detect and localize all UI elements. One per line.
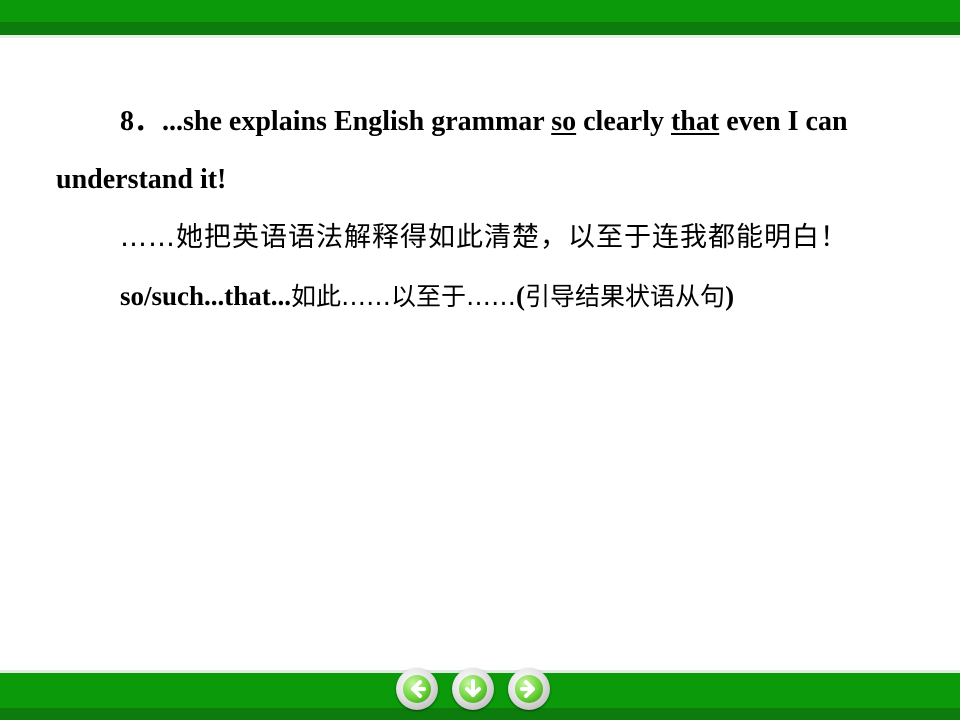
- item-number: 8．: [120, 106, 163, 137]
- grammar-note: so/such...that...如此……以至于……(引导结果状语从句): [56, 267, 886, 326]
- top-header-band: [0, 0, 960, 38]
- top-band-stripe: [0, 22, 960, 36]
- next-slide-button[interactable]: [508, 668, 550, 710]
- keyword-that: that: [670, 106, 720, 137]
- keyword-so: so: [551, 106, 577, 137]
- example-sentence: 8．...she explains English grammar so cle…: [56, 93, 886, 209]
- bottom-band-stripe: [0, 708, 960, 720]
- arrow-down-icon: [465, 679, 481, 697]
- note-meaning: 如此……以至于……: [291, 282, 517, 311]
- arrow-right-icon: [520, 680, 535, 698]
- sentence-text-1: ...she explains English grammar: [162, 106, 552, 137]
- slide-content: 8．...she explains English grammar so cle…: [56, 93, 886, 326]
- note-explanation: 引导结果状语从句: [525, 282, 726, 311]
- next-button-face: [515, 675, 543, 703]
- chinese-translation: ……她把英语语法解释得如此清楚，以至于连我都能明白！: [120, 222, 848, 253]
- slide: 8．...she explains English grammar so cle…: [0, 0, 960, 720]
- sentence-text-2: clearly: [576, 106, 671, 137]
- return-button[interactable]: [452, 668, 494, 710]
- return-button-face: [459, 675, 487, 703]
- arrow-left-icon: [411, 680, 426, 698]
- previous-button-face: [403, 675, 431, 703]
- note-open-paren: (: [516, 281, 526, 311]
- top-band-edge: [0, 35, 960, 38]
- note-pattern: so/such...that...: [120, 281, 292, 311]
- previous-slide-button[interactable]: [396, 668, 438, 710]
- note-close-paren: ): [725, 281, 735, 311]
